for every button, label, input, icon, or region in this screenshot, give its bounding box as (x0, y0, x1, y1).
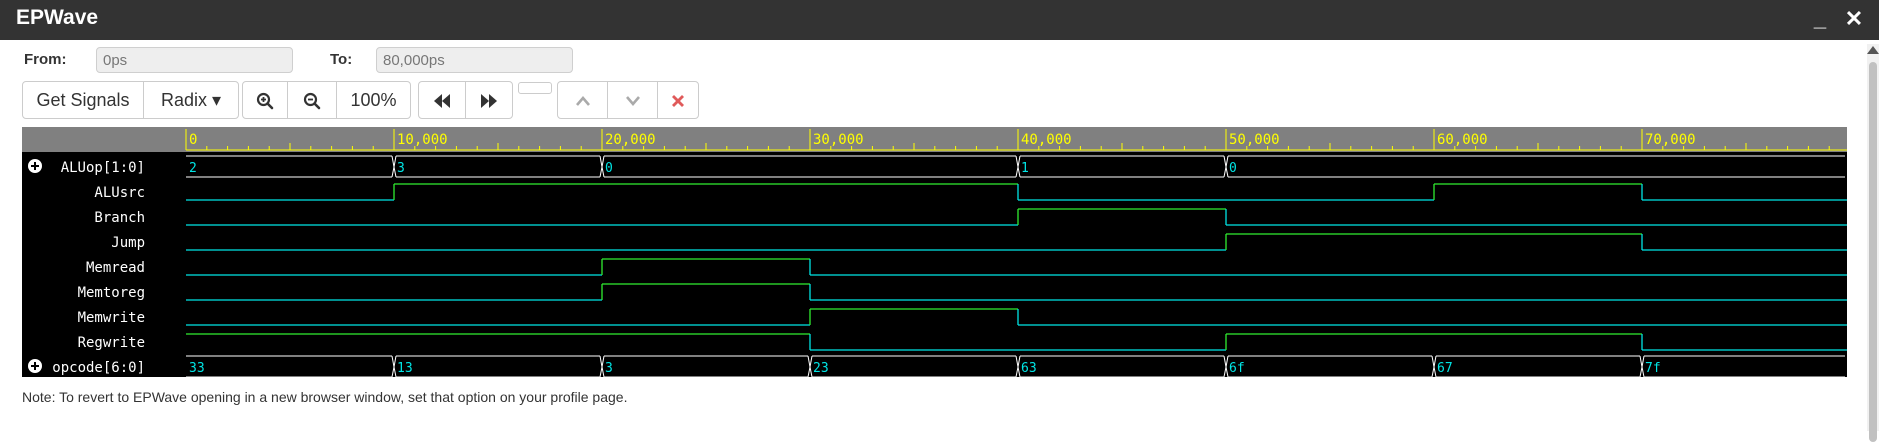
bus-transition (393, 355, 397, 378)
bus-value[interactable]: 6f (1229, 361, 1245, 376)
ruler-tick-label: 60,000 (1437, 132, 1488, 148)
waveform-canvas: 0 10,000 20,000 30,000 40,000 50,000 60,000 70,… (28, 129, 1847, 378)
bus-value[interactable]: 7f (1645, 361, 1661, 376)
bus-value[interactable]: 3 (397, 161, 405, 176)
vertical-scrollbar[interactable] (1867, 44, 1879, 442)
ruler-tick-label: 20,000 (605, 132, 656, 148)
bus-transition (1017, 155, 1021, 178)
bus-value[interactable]: 33 (189, 361, 205, 376)
bus-value[interactable]: 1 (1021, 161, 1029, 176)
bus-value[interactable]: 63 (1021, 361, 1037, 376)
bus-transition (809, 355, 813, 378)
bus-transition (1225, 155, 1229, 178)
ruler-tick-label: 30,000 (813, 132, 864, 148)
bus-transition (1225, 355, 1229, 378)
bus-transition (601, 355, 605, 378)
bus-transition (601, 155, 605, 178)
signal-name-opcode60[interactable]: opcode[6:0] (52, 360, 145, 376)
signal-name-memwrite[interactable]: Memwrite (78, 310, 145, 326)
bus-value[interactable]: 0 (605, 161, 613, 176)
bus-transition (1641, 355, 1645, 378)
profile-note: Note: To revert to EPWave opening in a n… (22, 389, 628, 405)
ruler-tick-label: 40,000 (1021, 132, 1072, 148)
signal-name-aluop10[interactable]: ALUop[1:0] (61, 160, 145, 176)
bus-transition (393, 155, 397, 178)
signal-name-jump[interactable]: Jump (111, 235, 145, 251)
signal-name-branch[interactable]: Branch (94, 210, 145, 226)
bus-value[interactable]: 0 (1229, 161, 1237, 176)
bus-value[interactable]: 13 (397, 361, 413, 376)
bus-value[interactable]: 23 (813, 361, 829, 376)
scrollbar-thumb[interactable] (1869, 62, 1877, 442)
ruler-tick-label: 10,000 (397, 132, 448, 148)
bus-value[interactable]: 2 (189, 161, 197, 176)
signal-name-regwrite[interactable]: Regwrite (78, 335, 145, 351)
bus-transition (1017, 355, 1021, 378)
signal-name-alusrc[interactable]: ALUsrc (94, 185, 145, 201)
ruler-tick-label: 0 (189, 132, 197, 148)
bus-value[interactable]: 3 (605, 361, 613, 376)
ruler-tick-label: 70,000 (1645, 132, 1696, 148)
signal-name-memtoreg[interactable]: Memtoreg (78, 285, 145, 301)
signal-name-memread[interactable]: Memread (86, 260, 145, 276)
bus-value[interactable]: 67 (1437, 361, 1453, 376)
bus-transition (1433, 355, 1437, 378)
scroll-up-icon[interactable] (1867, 46, 1879, 54)
ruler-tick-label: 50,000 (1229, 132, 1280, 148)
